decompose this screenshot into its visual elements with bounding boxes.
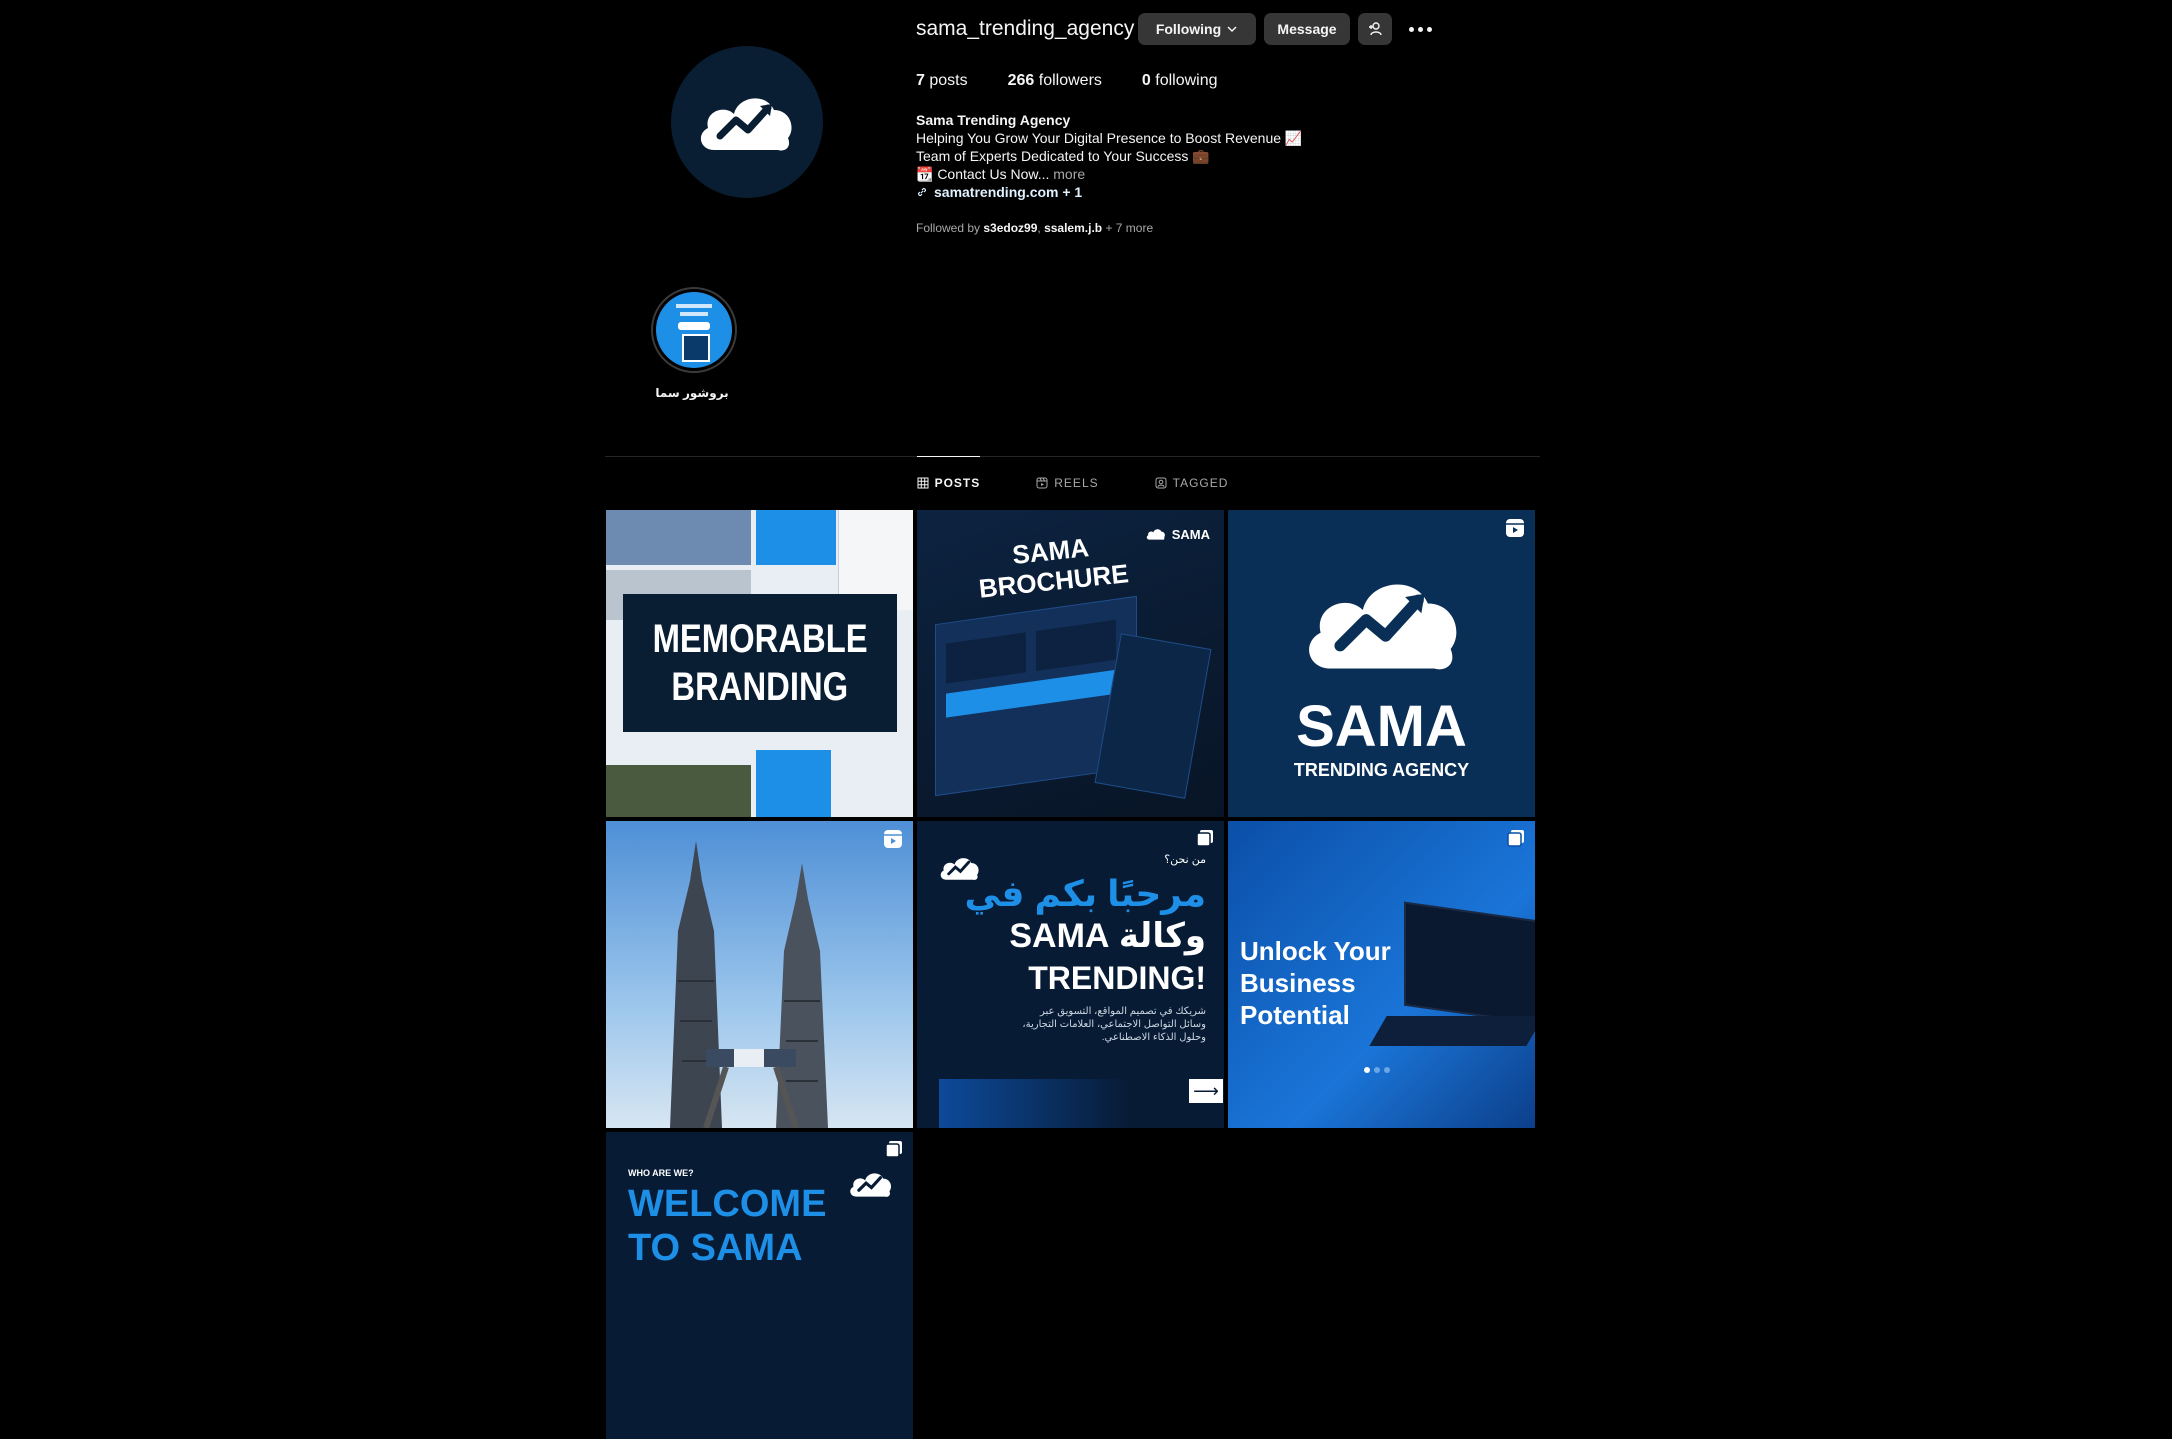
post-title: TO SAMA bbox=[628, 1227, 803, 1269]
profile-bio: Sama Trending Agency Helping You Grow Yo… bbox=[916, 111, 1436, 201]
sama-logo-icon bbox=[1309, 584, 1457, 670]
profile-stats: 7 posts 266 followers 0 following bbox=[916, 72, 1218, 90]
grid-icon bbox=[917, 477, 929, 489]
profile-tabs: POSTS REELS TAGGED bbox=[605, 456, 1540, 510]
bio-more-link[interactable]: more bbox=[1053, 166, 1085, 182]
highlight-label: بروشور سما bbox=[655, 386, 729, 400]
post-title: MEMORABLE bbox=[652, 617, 868, 661]
followed-by-user[interactable]: s3edoz99 bbox=[983, 221, 1037, 235]
carousel-icon bbox=[1507, 830, 1524, 847]
post-title: SAMA bbox=[1296, 694, 1467, 759]
post-tile[interactable]: Unlock Your Business Potential bbox=[1228, 821, 1535, 1128]
post-tile[interactable] bbox=[606, 821, 913, 1128]
tab-reels[interactable]: REELS bbox=[1036, 456, 1098, 510]
post-title: TRENDING! bbox=[1028, 960, 1206, 996]
tagged-icon bbox=[1155, 477, 1167, 489]
bio-line: 📆 Contact Us Now... bbox=[916, 166, 1050, 182]
sama-logo-icon bbox=[700, 98, 792, 151]
bio-website-link[interactable]: samatrending.com + 1 bbox=[934, 183, 1082, 201]
posts-stat[interactable]: 7 posts bbox=[916, 72, 968, 90]
carousel-icon bbox=[1196, 830, 1213, 847]
story-highlight[interactable] bbox=[651, 287, 737, 373]
bio-line: Helping You Grow Your Digital Presence t… bbox=[916, 130, 1303, 146]
message-button-label: Message bbox=[1277, 21, 1337, 37]
sama-logo-icon bbox=[1146, 529, 1165, 540]
post-tile[interactable]: MEMORABLE BRANDING bbox=[606, 510, 913, 817]
add-user-icon bbox=[1369, 22, 1382, 36]
followed-by-user[interactable]: ssalem.j.b bbox=[1044, 221, 1102, 235]
post-subtitle: TRENDING AGENCY bbox=[1293, 760, 1470, 780]
post-tile[interactable]: SAMA SAMA BROCHURE bbox=[917, 510, 1224, 817]
post-title: وكالة SAMA bbox=[1009, 917, 1206, 955]
post-title: Potential bbox=[1240, 1000, 1350, 1030]
post-title: Business bbox=[1240, 968, 1356, 998]
more-options-icon[interactable] bbox=[1405, 17, 1435, 41]
message-button[interactable]: Message bbox=[1264, 13, 1350, 45]
post-tile[interactable]: WHO ARE WE? WELCOME TO SAMA bbox=[606, 1132, 913, 1439]
post-title: Unlock Your bbox=[1240, 936, 1391, 966]
following-stat[interactable]: 0 following bbox=[1142, 72, 1218, 90]
sama-logo-icon bbox=[850, 1173, 892, 1197]
carousel-icon bbox=[885, 1141, 902, 1158]
post-kicker: من نحن؟ bbox=[1164, 854, 1206, 866]
avatar[interactable] bbox=[671, 46, 823, 198]
tab-tagged[interactable]: TAGGED bbox=[1155, 456, 1229, 510]
towers-photo bbox=[670, 841, 828, 1128]
link-icon bbox=[917, 187, 927, 197]
bio-line: Team of Experts Dedicated to Your Succes… bbox=[916, 148, 1210, 164]
suggested-users-button[interactable] bbox=[1358, 13, 1392, 45]
profile-username: sama_trending_agency bbox=[916, 17, 1135, 40]
following-button[interactable]: Following bbox=[1138, 13, 1256, 45]
post-title: BRANDING bbox=[671, 665, 849, 709]
laptop-image bbox=[1404, 901, 1535, 1025]
post-title: WELCOME bbox=[628, 1183, 827, 1225]
post-tile[interactable]: من نحن؟ مرحبًا بكم في وكالة SAMA TRENDIN… bbox=[917, 821, 1224, 1128]
highlight-cover bbox=[656, 292, 732, 368]
bio-name: Sama Trending Agency bbox=[916, 112, 1071, 128]
reel-icon bbox=[1506, 519, 1524, 537]
chevron-down-icon bbox=[1227, 26, 1237, 33]
post-logo-text: SAMA bbox=[1171, 526, 1210, 542]
next-arrow-icon: ⟶ bbox=[1189, 1079, 1223, 1103]
followed-by[interactable]: Followed by s3edoz99, ssalem.j.b + 7 mor… bbox=[916, 221, 1153, 235]
following-button-label: Following bbox=[1155, 21, 1222, 37]
post-title: مرحبًا بكم في bbox=[964, 873, 1206, 914]
followers-stat[interactable]: 266 followers bbox=[1008, 72, 1102, 90]
post-tile[interactable]: SAMA TRENDING AGENCY bbox=[1228, 510, 1535, 817]
reel-icon bbox=[1036, 477, 1048, 489]
tab-posts[interactable]: POSTS bbox=[916, 456, 981, 510]
post-body: شريكك في تصميم المواقع، التسويق عبر وسائ… bbox=[1022, 1006, 1206, 1043]
post-kicker: WHO ARE WE? bbox=[628, 1168, 694, 1178]
